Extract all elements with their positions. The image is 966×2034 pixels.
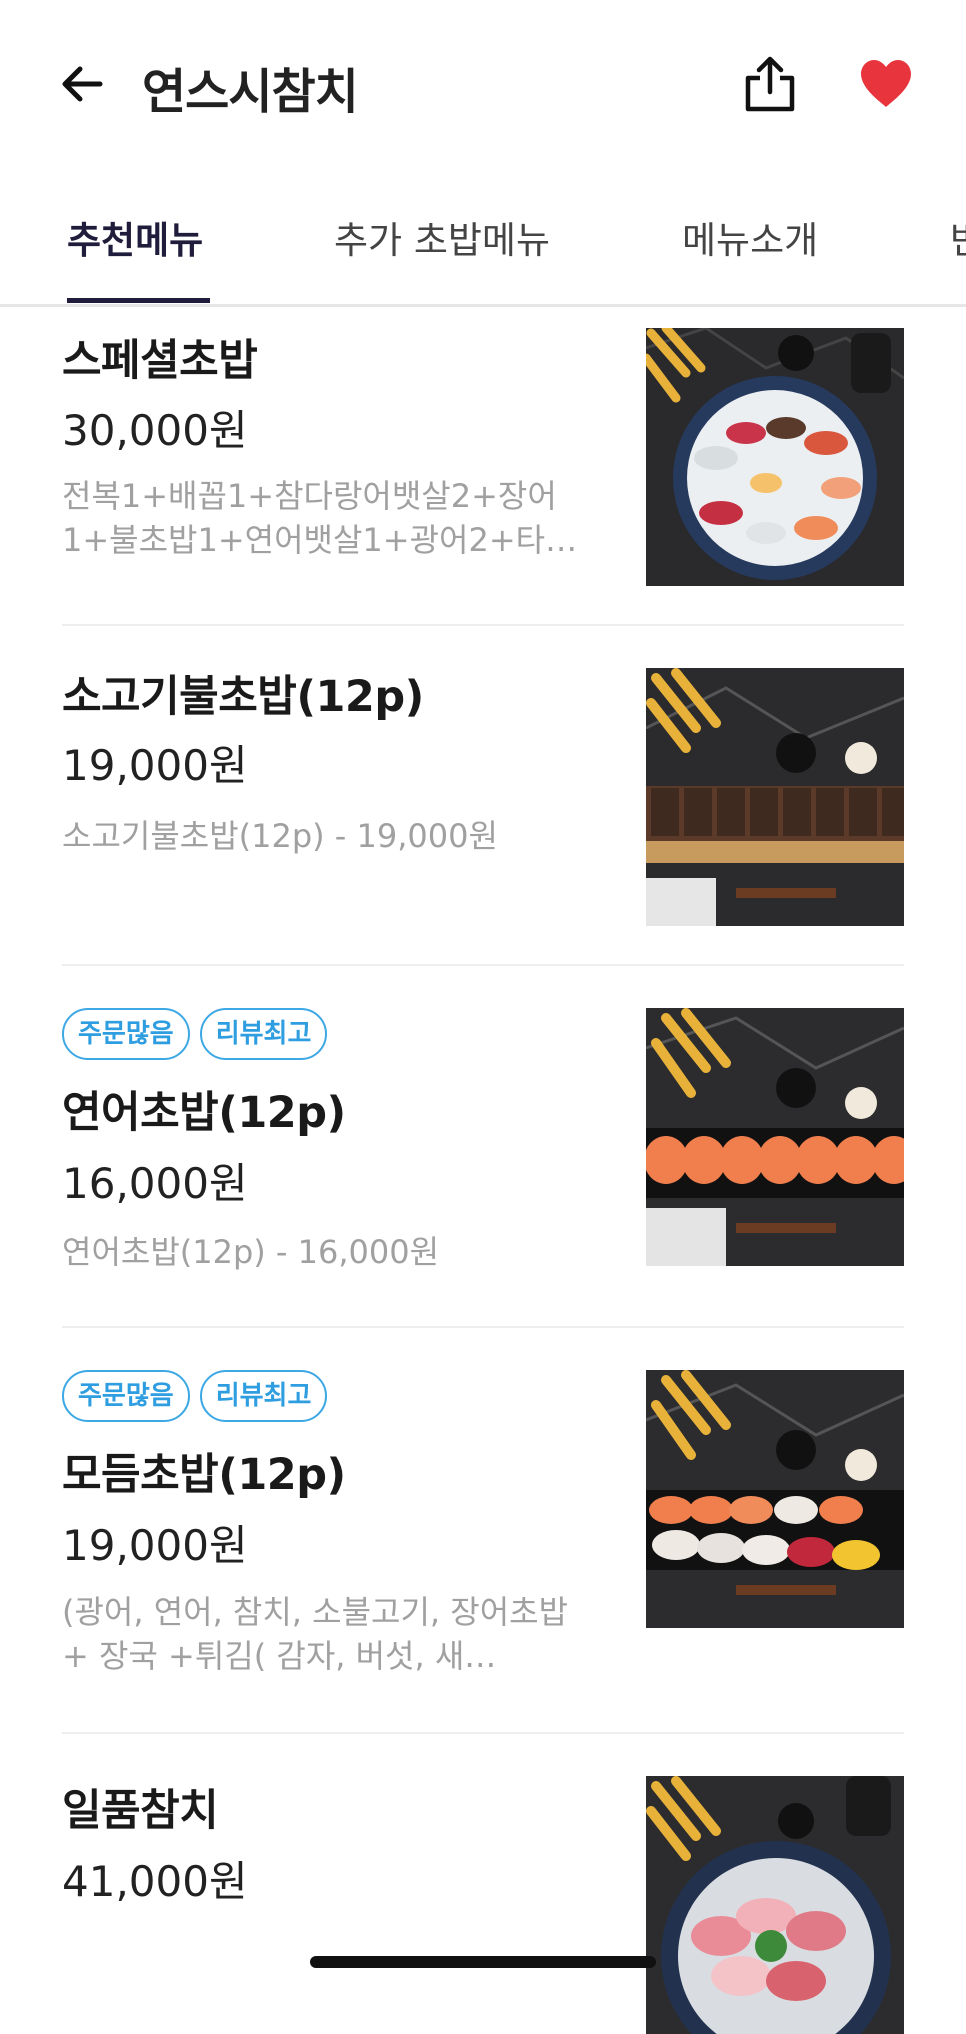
menu-item-salmon-sushi[interactable]: 주문많음 리뷰최고 연어초밥(12p) 16,000원 연어초밥(12p) - … [62,966,904,1328]
arrow-left-icon [62,66,103,102]
tab-next[interactable]: 반 [950,210,966,264]
badge-best-review: 리뷰최고 [199,1008,328,1060]
menu-item-special-sushi[interactable]: 스페셜초밥 30,000원 전복1+배꼽1+참다랑어뱃살2+장어1+불초밥1+연… [62,304,904,626]
badge-group: 주문많음 리뷰최고 [62,1370,328,1422]
app-header: 연스시참치 [0,0,966,170]
home-indicator[interactable] [310,1956,656,1968]
active-tab-indicator [67,298,210,303]
badge-popular: 주문많음 [62,1370,190,1422]
menu-item-photo [646,1370,904,1628]
menu-item-assorted-sushi[interactable]: 주문많음 리뷰최고 모듬초밥(12p) 19,000원 (광어, 연어, 참치,… [62,1328,904,1734]
heart-icon [861,60,911,107]
menu-item-price: 30,000원 [62,406,248,455]
menu-item-name: 소고기불초밥(12p) [62,672,424,722]
menu-item-premium-tuna[interactable]: 일품참치 41,000원 [62,1734,904,2034]
menu-item-description: (광어, 연어, 참치, 소불고기, 장어초밥 + 장국 +튀김( 감자, 버섯… [62,1593,569,1675]
share-button[interactable] [742,54,798,114]
menu-item-price: 19,000원 [62,741,248,790]
back-button[interactable] [56,58,108,110]
menu-item-description: 전복1+배꼽1+참다랑어뱃살2+장어1+불초밥1+연어뱃살1+광어2+타… [62,477,578,559]
menu-item-description: 연어초밥(12p) - 16,000원 [62,1233,440,1271]
menu-item-price: 19,000원 [62,1521,248,1570]
menu-item-price: 41,000원 [62,1857,248,1906]
menu-item-name: 스페셜초밥 [62,336,258,386]
menu-item-name: 일품참치 [62,1786,219,1836]
menu-item-description: 소고기불초밥(12p) - 19,000원 [62,817,498,855]
badge-best-review: 리뷰최고 [199,1370,328,1422]
share-icon [745,56,795,112]
menu-item-photo [646,668,904,926]
menu-item-name: 모듬초밥(12p) [62,1450,346,1500]
favorite-button[interactable] [858,58,914,110]
menu-item-price: 16,000원 [62,1159,248,1208]
tab-extra-sushi[interactable]: 추가 초밥메뉴 [334,210,550,264]
menu-item-name: 연어초밥(12p) [62,1088,346,1138]
badge-group: 주문많음 리뷰최고 [62,1008,328,1060]
menu-tabs: 추천메뉴 추가 초밥메뉴 메뉴소개 반 [0,180,966,307]
menu-item-photo [646,1776,904,2034]
menu-item-photo [646,328,904,586]
menu-item-photo [646,1008,904,1266]
menu-item-beef-sushi[interactable]: 소고기불초밥(12p) 19,000원 소고기불초밥(12p) - 19,000… [62,626,904,966]
page-title: 연스시참치 [142,64,359,120]
tab-menu-intro[interactable]: 메뉴소개 [682,210,818,264]
badge-popular: 주문많음 [62,1008,190,1060]
tab-recommended[interactable]: 추천메뉴 [67,210,203,264]
